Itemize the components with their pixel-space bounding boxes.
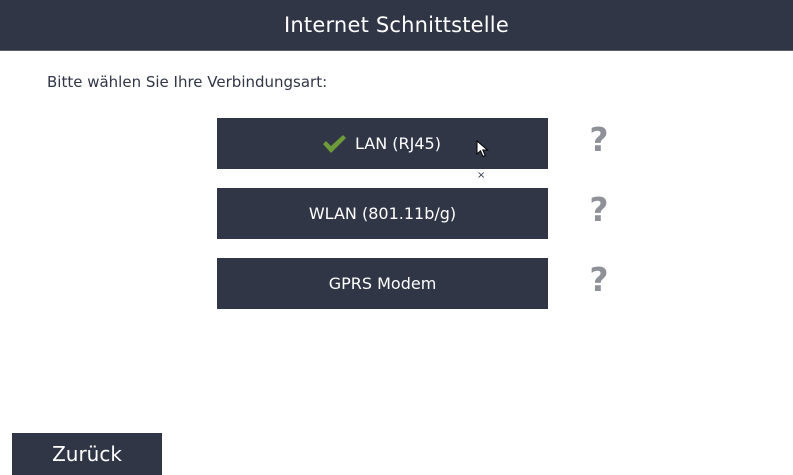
- connection-type-prompt: Bitte wählen Sie Ihre Verbindungsart:: [47, 73, 328, 91]
- back-button-label: Zurück: [52, 442, 122, 466]
- help-lan-button[interactable]: ?: [586, 120, 612, 160]
- page-title: Internet Schnittstelle: [284, 13, 509, 37]
- option-lan-button[interactable]: LAN (RJ45): [217, 118, 548, 169]
- back-button[interactable]: Zurück: [12, 433, 162, 475]
- option-gprs-button[interactable]: GPRS Modem: [217, 258, 548, 309]
- question-mark-icon: ?: [589, 120, 609, 159]
- check-icon: [323, 134, 347, 153]
- option-wlan-label: WLAN (801.11b/g): [308, 204, 457, 223]
- help-wlan-button[interactable]: ?: [586, 190, 612, 230]
- option-wlan-button[interactable]: WLAN (801.11b/g): [217, 188, 548, 239]
- question-mark-icon: ?: [589, 190, 609, 229]
- question-mark-icon: ?: [589, 260, 609, 299]
- option-gprs-label: GPRS Modem: [328, 274, 437, 293]
- title-bar: Internet Schnittstelle: [0, 0, 793, 51]
- help-gprs-button[interactable]: ?: [586, 260, 612, 300]
- option-lan-label: LAN (RJ45): [355, 134, 441, 153]
- small-x-mark: ×: [477, 170, 486, 181]
- mouse-cursor-icon: [476, 140, 489, 158]
